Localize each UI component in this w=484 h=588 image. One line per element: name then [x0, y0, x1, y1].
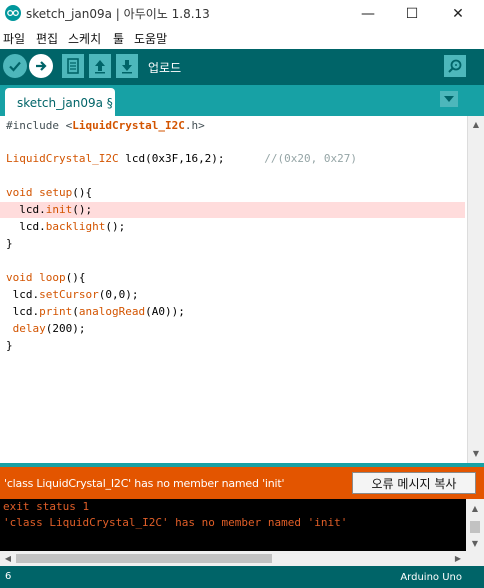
toolbar-hint-label: 업로드 [148, 61, 182, 75]
code-line-5: void setup(){ [6, 186, 93, 199]
include-library-name: LiquidCrystal_I2C [72, 119, 185, 132]
arduino-logo-icon [5, 5, 21, 21]
console-output[interactable]: exit status 1 'class LiquidCrystal_I2C' … [0, 499, 466, 551]
upload-button[interactable] [29, 54, 53, 78]
arrow-up-icon [95, 60, 105, 74]
current-line-number: 6 [5, 571, 12, 582]
status-bar: 6 Arduino Uno [0, 566, 484, 588]
menu-bar: 파일 편집 스케치 툴 도움말 [0, 27, 484, 49]
code-line-7: lcd.backlight(); [6, 220, 126, 233]
menu-tools[interactable]: 툴 [113, 30, 124, 47]
new-file-icon [67, 58, 79, 74]
checkmark-icon [9, 61, 21, 72]
tab-label: sketch_jan09a § [17, 96, 113, 110]
code-line-14: } [6, 339, 13, 352]
window-title: sketch_jan09a | 아두이노 1.8.13 [26, 7, 210, 21]
scroll-up-icon[interactable]: ▲ [470, 118, 482, 130]
new-button[interactable] [62, 54, 84, 78]
save-button[interactable] [116, 54, 138, 78]
error-message-bar: 'class LiquidCrystal_I2C' has no member … [0, 467, 484, 499]
scroll-up-icon[interactable]: ▲ [469, 502, 481, 514]
arrow-right-icon [36, 61, 47, 71]
verify-button[interactable] [3, 54, 27, 78]
console-line: exit status 1 [3, 500, 90, 513]
triangle-down-icon [444, 96, 454, 102]
horizontal-scroll-thumb[interactable] [16, 554, 272, 563]
scroll-down-icon[interactable]: ▼ [470, 447, 482, 459]
code-line-12: lcd.print(analogRead(A0)); [6, 305, 185, 318]
code-line-13: delay(200); [12, 322, 86, 335]
board-name: Arduino Uno [400, 572, 462, 583]
maximize-button[interactable]: ☐ [392, 0, 432, 27]
title-bar: sketch_jan09a | 아두이노 1.8.13 — ☐ ✕ [0, 0, 484, 27]
open-button[interactable] [89, 54, 111, 78]
tab-strip: sketch_jan09a § [0, 85, 484, 116]
code-editor[interactable]: #include <LiquidCrystal_I2C.h> LiquidCry… [0, 116, 467, 463]
magnifier-icon [448, 59, 462, 73]
console-scroll-thumb[interactable] [470, 521, 480, 533]
scroll-left-icon[interactable]: ◀ [2, 552, 14, 564]
code-line-11: lcd.setCursor(0,0); [6, 288, 139, 301]
menu-sketch[interactable]: 스케치 [68, 30, 101, 47]
console-line: 'class LiquidCrystal_I2C' has no member … [3, 516, 348, 529]
tab-sketch[interactable]: sketch_jan09a § [5, 88, 115, 116]
menu-edit[interactable]: 편집 [36, 30, 58, 47]
code-line-8: } [6, 237, 13, 250]
menu-file[interactable]: 파일 [3, 30, 25, 47]
code-line-6: lcd.init(); [6, 203, 93, 216]
close-button[interactable]: ✕ [438, 0, 478, 27]
scroll-down-icon[interactable]: ▼ [469, 537, 481, 549]
console-scrollbar[interactable]: ▲ ▼ [466, 499, 484, 551]
code-line-10: void loop(){ [6, 271, 86, 284]
toolbar: 업로드 [0, 49, 484, 85]
editor-scrollbar[interactable]: ▲ ▼ [467, 116, 484, 463]
menu-help[interactable]: 도움말 [134, 30, 167, 47]
serial-monitor-button[interactable] [444, 55, 466, 77]
error-message: 'class LiquidCrystal_I2C' has no member … [4, 477, 285, 490]
scroll-right-icon[interactable]: ▶ [452, 552, 464, 564]
arrow-down-icon [122, 60, 132, 74]
code-line-1: #include <LiquidCrystal_I2C.h> [6, 119, 205, 132]
minimize-button[interactable]: — [348, 0, 388, 27]
code-line-3: LiquidCrystal_I2C lcd(0x3F,16,2); //(0x2… [6, 152, 358, 165]
console-horizontal-scrollbar[interactable]: ◀ ▶ [0, 551, 484, 566]
copy-error-button[interactable]: 오류 메시지 복사 [352, 472, 476, 494]
tab-menu-button[interactable] [440, 91, 458, 107]
